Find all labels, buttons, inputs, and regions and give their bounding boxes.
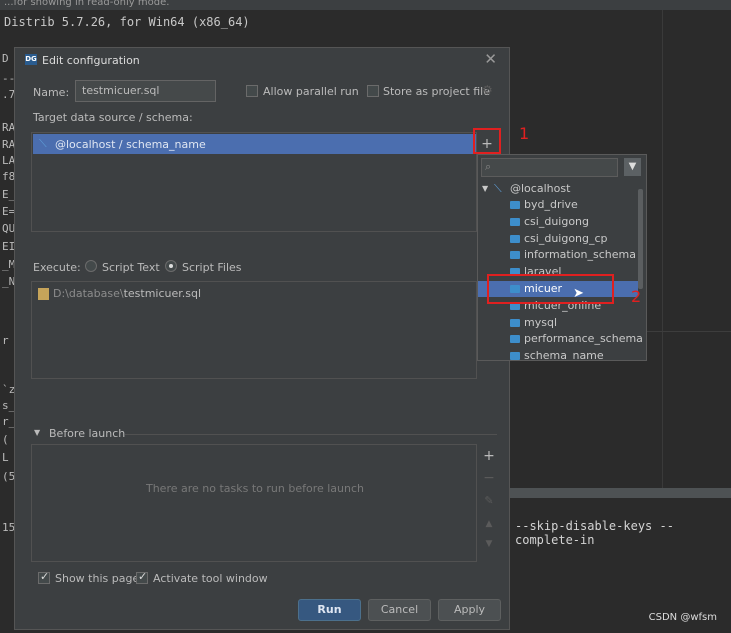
schema-item[interactable]: performance_schema xyxy=(478,331,643,347)
sql-file-icon xyxy=(38,288,49,300)
add-task-button[interactable]: + xyxy=(479,446,499,466)
script-files-label: Script Files xyxy=(182,261,242,274)
name-label: Name: xyxy=(33,86,70,99)
schema-label: information_schema xyxy=(524,248,636,262)
schema-item[interactable]: byd_drive xyxy=(478,197,638,213)
popup-scrollbar[interactable] xyxy=(638,189,643,289)
console-fragment: ( xyxy=(2,433,9,446)
ide-top-bar: ...for showing in read-only mode. xyxy=(0,0,731,10)
console-fragment: D xyxy=(2,52,9,65)
console-command-line: --skip-disable-keys --complete-in xyxy=(515,519,674,547)
schema-chooser-popup: ⌕ ▼ ▼ ⟍ @localhost byd_drive csi_duigongc… xyxy=(477,154,647,361)
datasource-icon: ⟍ xyxy=(39,137,47,150)
file-path-dir: D:\database\ xyxy=(53,287,124,300)
schema-search-input[interactable]: ⌕ xyxy=(481,158,618,177)
store-project-label: Store as project file xyxy=(383,85,490,98)
schema-icon xyxy=(510,335,520,344)
datagrip-app-icon: DG xyxy=(25,54,37,65)
before-launch-label: Before launch xyxy=(49,427,126,440)
tree-root-localhost[interactable]: ▼ ⟍ @localhost xyxy=(478,181,638,197)
data-source-label: @localhost / schema_name xyxy=(55,138,206,151)
console-fragment: r xyxy=(2,334,9,347)
separator xyxy=(125,434,497,435)
allow-parallel-checkbox[interactable] xyxy=(246,85,258,97)
schema-label: csi_duigong xyxy=(524,214,590,228)
name-field[interactable]: testmicuer.sql xyxy=(75,80,216,102)
collapse-arrow-icon[interactable]: ▼ xyxy=(34,428,40,437)
tree-root-label: @localhost xyxy=(510,182,571,195)
data-source-row[interactable]: ⟍ @localhost / schema_name xyxy=(33,134,476,154)
schema-icon xyxy=(510,318,520,327)
remove-task-button[interactable]: − xyxy=(479,468,499,488)
schema-label: schema_name xyxy=(524,349,604,361)
store-project-checkbox[interactable] xyxy=(367,85,379,97)
script-files-list[interactable]: D:\database\testmicuer.sql xyxy=(31,281,477,379)
console-distrib-line: Distrib 5.7.26, for Win64 (x86_64) xyxy=(4,15,250,29)
apply-button[interactable]: Apply xyxy=(438,599,501,621)
file-path-name: testmicuer.sql xyxy=(123,287,202,300)
schema-icon xyxy=(510,251,520,260)
show-page-checkbox[interactable] xyxy=(38,570,50,584)
schema-item[interactable]: csi_duigong xyxy=(478,214,638,230)
ide-divider xyxy=(662,10,663,490)
activate-tool-checkbox[interactable] xyxy=(136,570,148,584)
schema-item[interactable]: schema_name xyxy=(478,348,638,361)
schema-label: csi_duigong_cp xyxy=(524,231,608,245)
schema-label: mysql xyxy=(524,315,557,329)
script-files-radio[interactable] xyxy=(165,260,177,272)
annotation-box-micuer xyxy=(487,274,614,304)
schema-label: performance_schema xyxy=(524,332,643,346)
schema-icon xyxy=(510,217,520,226)
target-data-source-label: Target data source / schema: xyxy=(33,111,193,124)
activate-tool-label: Activate tool window xyxy=(153,572,268,585)
search-icon: ⌕ xyxy=(485,160,492,173)
schema-label: byd_drive xyxy=(524,198,578,211)
run-button[interactable]: Run xyxy=(298,599,361,621)
schema-icon xyxy=(510,234,520,243)
ide-panel-band xyxy=(500,488,731,498)
move-up-icon[interactable]: ▲ xyxy=(479,514,499,534)
before-launch-tasks[interactable]: There are no tasks to run before launch xyxy=(31,444,477,562)
watermark: CSDN @wfsm xyxy=(648,612,717,623)
filter-icon[interactable]: ▼ xyxy=(624,158,641,176)
data-source-list[interactable]: ⟍ @localhost / schema_name xyxy=(31,132,477,232)
allow-parallel-label: Allow parallel run xyxy=(263,85,359,98)
script-text-radio[interactable] xyxy=(85,260,97,272)
dialog-title-bar[interactable]: DG Edit configuration ✕ xyxy=(15,48,509,72)
mouse-cursor-icon: ➤ xyxy=(573,286,584,301)
ide-top-text: ...for showing in read-only mode. xyxy=(4,0,170,8)
schema-item[interactable]: mysql xyxy=(478,315,638,331)
annotation-number-2: 2 xyxy=(631,287,642,306)
schema-icon xyxy=(510,201,520,209)
cancel-button[interactable]: Cancel xyxy=(368,599,431,621)
datasource-icon: ⟍ xyxy=(494,182,502,195)
expand-arrow-icon: ▼ xyxy=(482,184,489,193)
schema-item[interactable]: information_schema xyxy=(478,247,638,263)
console-fragment: L xyxy=(2,451,9,464)
no-tasks-text: There are no tasks to run before launch xyxy=(145,482,365,495)
dialog-title: Edit configuration xyxy=(42,54,140,67)
schema-icon xyxy=(510,352,520,360)
annotation-box-add xyxy=(473,128,501,154)
gear-icon[interactable]: ⚙ xyxy=(482,83,493,97)
move-down-icon[interactable]: ▼ xyxy=(479,534,499,554)
execute-label: Execute: xyxy=(33,261,81,274)
show-page-label: Show this page xyxy=(55,572,140,585)
script-text-label: Script Text xyxy=(102,261,160,274)
schema-item[interactable]: csi_duigong_cp xyxy=(478,231,638,247)
script-file-path[interactable]: D:\database\testmicuer.sql xyxy=(53,287,201,300)
edit-configuration-dialog: DG Edit configuration ✕ Name: testmicuer… xyxy=(14,47,510,630)
close-icon[interactable]: ✕ xyxy=(484,50,497,68)
edit-task-icon[interactable]: ✎ xyxy=(479,491,499,511)
annotation-number-1: 1 xyxy=(519,124,530,143)
